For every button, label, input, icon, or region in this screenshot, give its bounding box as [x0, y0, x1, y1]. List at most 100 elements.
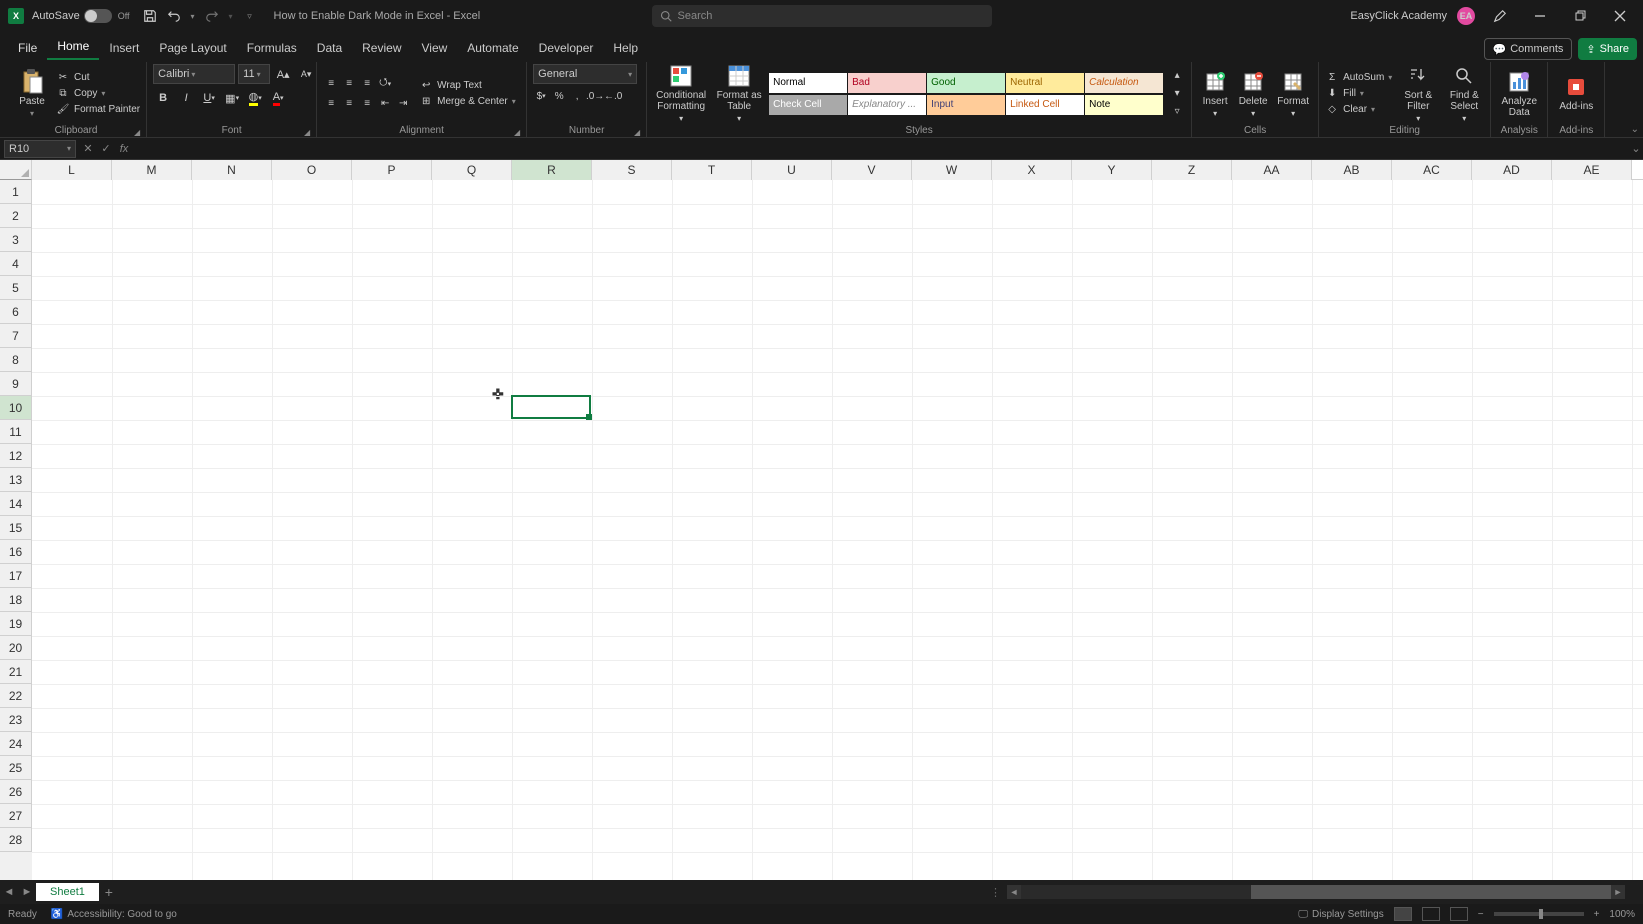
redo-icon[interactable] [202, 6, 222, 26]
enter-formula-icon[interactable]: ✓ [98, 142, 114, 155]
collapse-ribbon-icon[interactable]: ⌄ [1631, 124, 1639, 135]
row-header-6[interactable]: 6 [0, 300, 32, 324]
hscroll-right-icon[interactable]: ► [1611, 885, 1625, 899]
row-header-13[interactable]: 13 [0, 468, 32, 492]
styles-more-icon[interactable]: ▿ [1169, 104, 1185, 120]
styles-scroll-up-icon[interactable]: ▴ [1169, 68, 1185, 84]
find-select-button[interactable]: Find & Select▾ [1444, 64, 1484, 123]
row-header-1[interactable]: 1 [0, 180, 32, 204]
redo-dropdown-icon[interactable]: ▾ [226, 6, 236, 26]
style-normal[interactable]: Normal [769, 73, 847, 93]
increase-decimal-icon[interactable]: .0→ [587, 88, 603, 104]
hscroll-left-icon[interactable]: ◄ [1007, 885, 1021, 899]
wrap-text-button[interactable]: ↩Wrap Text [419, 79, 516, 93]
row-header-2[interactable]: 2 [0, 204, 32, 228]
qat-customize-icon[interactable]: ▿ [240, 6, 260, 26]
tab-review[interactable]: Review [352, 36, 411, 60]
tab-insert[interactable]: Insert [99, 36, 149, 60]
orientation-icon[interactable]: ⭯▾ [377, 76, 393, 92]
row-header-18[interactable]: 18 [0, 588, 32, 612]
row-header-20[interactable]: 20 [0, 636, 32, 660]
insert-cells-button[interactable]: Insert▾ [1198, 70, 1232, 118]
styles-scroll-down-icon[interactable]: ▾ [1169, 86, 1185, 102]
tab-developer[interactable]: Developer [529, 36, 604, 60]
addins-button[interactable]: Add-ins [1554, 75, 1598, 112]
undo-icon[interactable] [164, 6, 184, 26]
row-header-14[interactable]: 14 [0, 492, 32, 516]
sort-filter-button[interactable]: Sort & Filter▾ [1398, 64, 1438, 123]
save-icon[interactable] [140, 6, 160, 26]
align-left-icon[interactable]: ≡ [323, 96, 339, 112]
row-header-4[interactable]: 4 [0, 252, 32, 276]
style-check-cell[interactable]: Check Cell [769, 95, 847, 115]
column-header-AD[interactable]: AD [1472, 160, 1552, 180]
percent-icon[interactable]: % [551, 88, 567, 104]
decrease-decimal-icon[interactable]: ←.0 [605, 88, 621, 104]
sheet-nav-next-icon[interactable]: ► [18, 883, 36, 901]
hscroll-thumb[interactable] [1251, 885, 1611, 899]
tab-view[interactable]: View [412, 36, 458, 60]
decrease-font-icon[interactable]: A▾ [296, 64, 316, 84]
cells-area[interactable]: ✜ [32, 180, 1643, 880]
row-header-21[interactable]: 21 [0, 660, 32, 684]
active-cell[interactable] [511, 395, 591, 419]
row-header-17[interactable]: 17 [0, 564, 32, 588]
column-header-O[interactable]: O [272, 160, 352, 180]
underline-button[interactable]: U▾ [199, 88, 219, 108]
expand-formula-bar-icon[interactable]: ⌄ [1629, 142, 1643, 155]
tab-formulas[interactable]: Formulas [237, 36, 307, 60]
row-header-3[interactable]: 3 [0, 228, 32, 252]
style-neutral[interactable]: Neutral [1006, 73, 1084, 93]
comments-button[interactable]: 💬 Comments [1484, 38, 1573, 60]
account-avatar[interactable]: EA [1457, 7, 1475, 25]
row-header-26[interactable]: 26 [0, 780, 32, 804]
row-header-19[interactable]: 19 [0, 612, 32, 636]
accessibility-status[interactable]: ♿Accessibility: Good to go [51, 909, 177, 920]
row-header-11[interactable]: 11 [0, 420, 32, 444]
row-header-12[interactable]: 12 [0, 444, 32, 468]
row-header-23[interactable]: 23 [0, 708, 32, 732]
zoom-out-icon[interactable]: − [1478, 909, 1484, 920]
font-color-button[interactable]: A▾ [268, 88, 288, 108]
close-icon[interactable] [1605, 2, 1635, 30]
style-linked-cell[interactable]: Linked Cell [1006, 95, 1084, 115]
tab-page-layout[interactable]: Page Layout [149, 36, 236, 60]
column-header-Q[interactable]: Q [432, 160, 512, 180]
font-size-combo[interactable]: 11▾ [238, 64, 270, 84]
tab-home[interactable]: Home [47, 34, 99, 60]
row-header-27[interactable]: 27 [0, 804, 32, 828]
column-header-Y[interactable]: Y [1072, 160, 1152, 180]
tab-help[interactable]: Help [603, 36, 648, 60]
column-header-AE[interactable]: AE [1552, 160, 1632, 180]
sheet-nav-prev-icon[interactable]: ◄ [0, 883, 18, 901]
restore-icon[interactable] [1565, 2, 1595, 30]
column-header-M[interactable]: M [112, 160, 192, 180]
view-page-layout-icon[interactable] [1422, 907, 1440, 921]
row-header-9[interactable]: 9 [0, 372, 32, 396]
column-header-Z[interactable]: Z [1152, 160, 1232, 180]
column-header-AB[interactable]: AB [1312, 160, 1392, 180]
format-as-table-button[interactable]: Format as Table▾ [715, 64, 763, 123]
font-name-combo[interactable]: Calibri▾ [153, 64, 235, 84]
cut-button[interactable]: ✂Cut [56, 71, 140, 85]
border-button[interactable]: ▦▾ [222, 88, 242, 108]
zoom-level[interactable]: 100% [1609, 909, 1635, 920]
column-header-U[interactable]: U [752, 160, 832, 180]
align-top-icon[interactable]: ≡ [323, 76, 339, 92]
increase-indent-icon[interactable]: ⇥ [395, 96, 411, 112]
row-header-25[interactable]: 25 [0, 756, 32, 780]
format-cells-button[interactable]: Format▾ [1274, 70, 1312, 118]
tab-automate[interactable]: Automate [457, 36, 528, 60]
column-header-V[interactable]: V [832, 160, 912, 180]
column-header-P[interactable]: P [352, 160, 432, 180]
increase-font-icon[interactable]: A▴ [273, 64, 293, 84]
fill-color-button[interactable]: ◍▾ [245, 88, 265, 108]
view-page-break-icon[interactable] [1450, 907, 1468, 921]
analyze-data-button[interactable]: Analyze Data [1497, 70, 1541, 118]
number-format-combo[interactable]: General▾ [533, 64, 637, 84]
row-header-15[interactable]: 15 [0, 516, 32, 540]
comma-icon[interactable]: , [569, 88, 585, 104]
undo-dropdown-icon[interactable]: ▾ [188, 6, 198, 26]
account-name[interactable]: EasyClick Academy [1350, 10, 1447, 22]
style-input[interactable]: Input [927, 95, 1005, 115]
